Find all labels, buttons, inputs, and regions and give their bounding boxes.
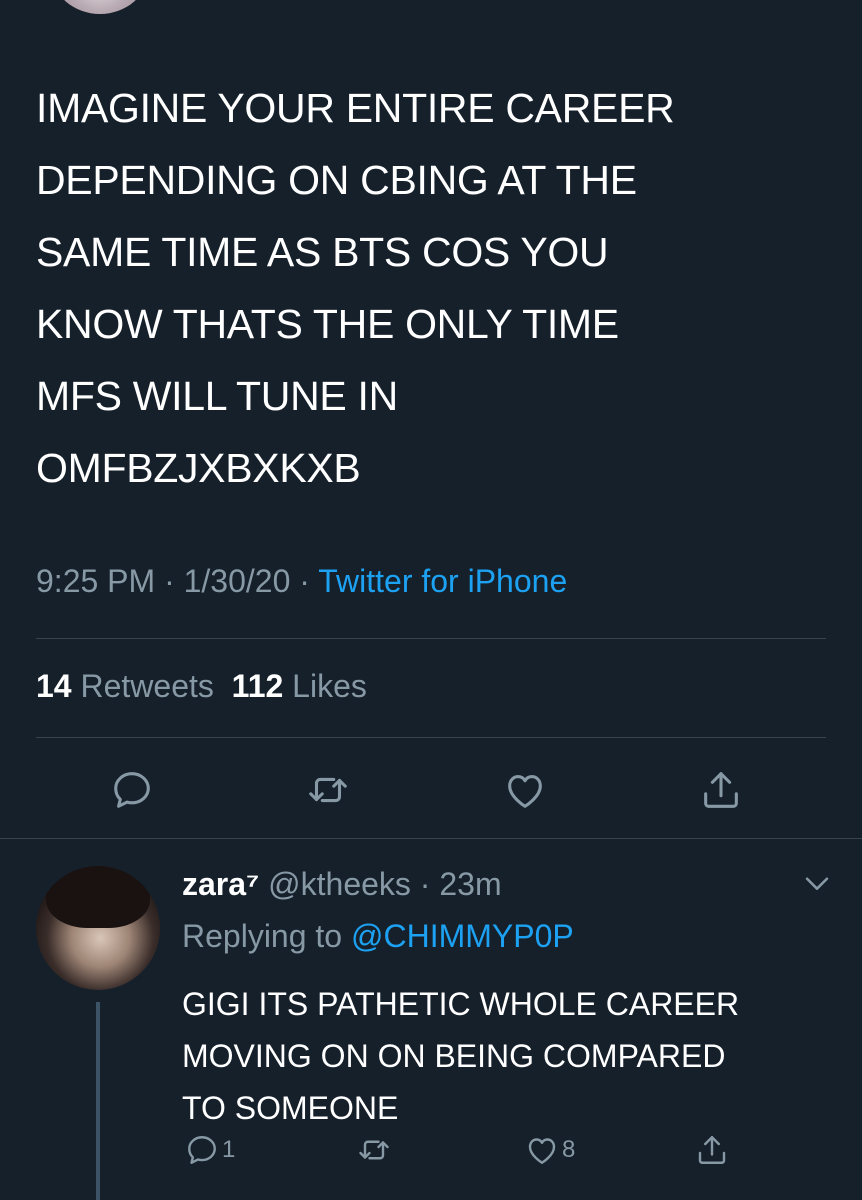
share-icon <box>698 1136 726 1164</box>
reply-icon <box>188 1136 216 1164</box>
chevron-down-icon <box>805 877 829 890</box>
reply-display-name[interactable]: zara⁷ <box>182 866 259 902</box>
reply-reply-button[interactable]: 1 <box>184 1128 235 1172</box>
meta-separator: · <box>290 563 319 599</box>
retweet-icon <box>309 777 347 803</box>
tweet-meta: 9:25 PM · 1/30/20 · Twitter for iPhone <box>36 563 567 600</box>
likes-stat[interactable]: 112 Likes <box>232 668 367 704</box>
retweets-count: 14 <box>36 668 72 704</box>
reply-button[interactable] <box>104 762 160 818</box>
reply-author-avatar[interactable] <box>36 866 160 990</box>
reply-tweet[interactable]: zara⁷ @ktheeks · 23m Replying to @CHIMMY… <box>0 838 862 1200</box>
reply-action-bar: 1 8 <box>0 1128 862 1172</box>
replying-to-line: Replying to @CHIMMYP0P <box>182 918 574 955</box>
like-icon <box>528 1138 556 1164</box>
retweet-button[interactable] <box>300 762 356 818</box>
reply-time: 23m <box>439 866 502 902</box>
divider <box>36 737 826 738</box>
like-button[interactable] <box>497 762 553 818</box>
avatar-photo-detail <box>46 866 150 928</box>
reply-like-count: 8 <box>562 1136 576 1163</box>
more-options-button[interactable] <box>800 866 834 900</box>
reply-icon <box>114 772 150 808</box>
like-icon <box>508 775 542 808</box>
header-separator: · <box>410 866 440 902</box>
tweet-date: 1/30/20 <box>183 563 291 599</box>
tweet-author-avatar[interactable] <box>52 0 148 14</box>
likes-label: Likes <box>292 668 367 704</box>
likes-count: 112 <box>231 668 284 704</box>
reply-header: zara⁷ @ktheeks · 23m <box>182 866 502 903</box>
reply-text: GIGI ITS PATHETIC WHOLE CAREER MOVING ON… <box>182 986 740 1126</box>
retweets-label: Retweets <box>80 668 214 704</box>
divider <box>36 638 826 639</box>
replying-to-label: Replying to <box>182 918 351 954</box>
tweet-text: IMAGINE YOUR ENTIRE CAREER DEPENDING ON … <box>36 85 675 491</box>
tweet-stats: 14 Retweets 112 Likes <box>36 668 367 705</box>
reply-share-button[interactable] <box>694 1128 730 1172</box>
reply-handle[interactable]: @ktheeks <box>268 866 411 902</box>
replying-to-mention[interactable]: @CHIMMYP0P <box>351 918 574 954</box>
retweet-icon <box>359 1140 389 1160</box>
reply-retweet-button[interactable] <box>356 1128 394 1172</box>
retweets-stat[interactable]: 14 Retweets <box>36 668 214 704</box>
reply-like-button[interactable]: 8 <box>524 1128 575 1172</box>
share-button[interactable] <box>693 762 749 818</box>
tweet-source-link[interactable]: Twitter for iPhone <box>318 563 567 599</box>
share-icon <box>704 772 738 808</box>
tweet-time: 9:25 PM <box>36 563 156 599</box>
meta-separator: · <box>155 563 184 599</box>
tweet-action-bar <box>0 762 862 818</box>
reply-reply-count: 1 <box>222 1136 236 1163</box>
